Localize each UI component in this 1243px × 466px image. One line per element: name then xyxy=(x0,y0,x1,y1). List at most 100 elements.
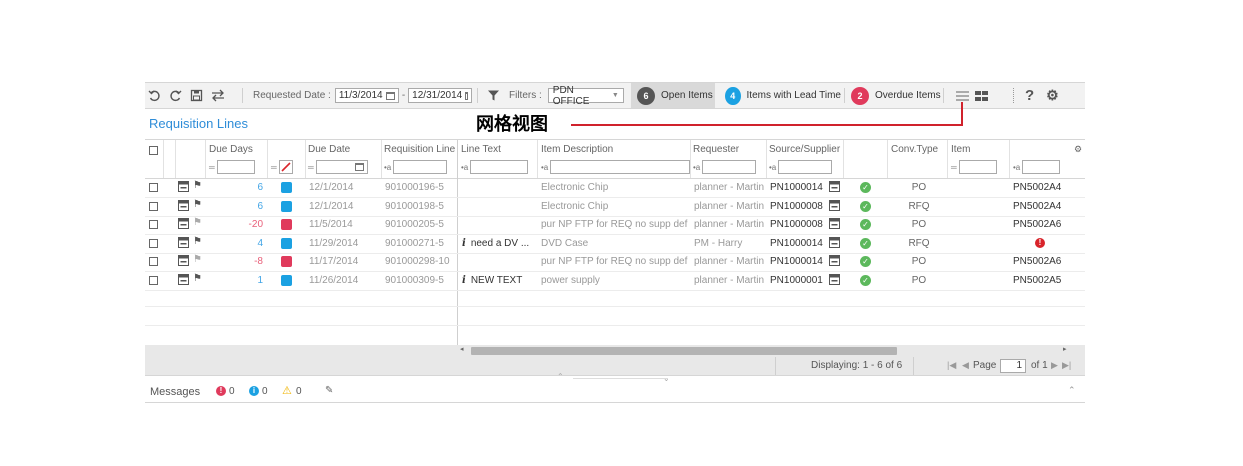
column-requisition-line[interactable]: Requisition Line xyxy=(384,144,455,155)
supplier-lookup-icon[interactable] xyxy=(829,199,840,214)
source-supplier-cell[interactable]: PN1000001 xyxy=(770,275,823,286)
date-from-field[interactable]: 11/3/2014 xyxy=(334,88,399,103)
source-supplier-cell[interactable]: PN1000014 xyxy=(770,182,823,193)
operator-icon[interactable]: ═ xyxy=(951,163,957,172)
prev-page-icon[interactable]: ◀ xyxy=(962,360,969,371)
grid-view-icon[interactable] xyxy=(974,88,989,103)
operator-icon[interactable]: ═ xyxy=(308,163,314,172)
requisition-line-cell[interactable]: 901000309-5 xyxy=(385,275,444,286)
chevron-up-icon[interactable]: ⌃ xyxy=(1068,385,1076,396)
item-cell[interactable]: PN5002A4 xyxy=(1013,201,1061,212)
flag-icon[interactable]: ⚑ xyxy=(193,180,202,191)
column-line-text[interactable]: Line Text xyxy=(461,144,501,155)
requisition-line-cell[interactable]: 901000196-5 xyxy=(385,182,444,193)
due-date-filter-input[interactable] xyxy=(315,160,368,174)
source-supplier-cell[interactable]: PN1000014 xyxy=(770,238,823,249)
scroll-right-icon[interactable]: ▸ xyxy=(1063,345,1067,353)
list-view-icon[interactable] xyxy=(955,88,970,103)
line-text-cell[interactable]: i NEW TEXT xyxy=(462,275,522,286)
details-icon[interactable] xyxy=(178,218,189,232)
column-conv-type[interactable]: Conv.Type xyxy=(891,144,938,155)
table-row[interactable]: ⚑ 6 12/1/2014 901000196-5 Electronic Chip pla… xyxy=(145,179,1085,198)
flag-icon[interactable]: ⚑ xyxy=(193,217,202,228)
first-page-icon[interactable]: |◀ xyxy=(947,360,956,371)
scroll-left-icon[interactable]: ◂ xyxy=(460,345,464,353)
details-icon[interactable] xyxy=(178,273,189,288)
filter-icon[interactable] xyxy=(486,88,501,103)
row-checkbox[interactable] xyxy=(149,275,158,285)
item-description-filter-input[interactable] xyxy=(550,160,691,174)
table-row[interactable]: ⚑ -8 11/17/2014 901000298-10 pur NP FTP for … xyxy=(145,253,1085,272)
column-due-date[interactable]: Due Date xyxy=(308,144,350,155)
operator-icon[interactable]: •a xyxy=(541,163,548,172)
info-icon[interactable]: i xyxy=(249,386,259,396)
date-to-field[interactable]: 12/31/2014 xyxy=(408,88,473,103)
flag-icon[interactable]: ⚑ xyxy=(193,236,202,247)
req-line-filter-input[interactable] xyxy=(393,160,448,174)
requisition-line-cell[interactable]: 901000271-5 xyxy=(385,238,444,249)
operator-icon[interactable]: •a xyxy=(769,163,776,172)
operator-icon[interactable]: •a xyxy=(384,163,391,172)
tab-items-with-lead-time[interactable]: 4 Items with Lead Time xyxy=(719,83,841,108)
item-filter-2-input[interactable] xyxy=(1022,160,1061,174)
source-supplier-cell[interactable]: PN1000008 xyxy=(770,201,823,212)
calendar-icon[interactable] xyxy=(354,163,364,171)
row-checkbox[interactable] xyxy=(149,201,158,211)
operator-icon[interactable]: ═ xyxy=(271,163,277,172)
line-text-filter-input[interactable] xyxy=(470,160,529,174)
splitter[interactable] xyxy=(573,378,668,379)
supplier-lookup-icon[interactable] xyxy=(829,181,840,195)
error-icon[interactable]: ! xyxy=(216,386,226,396)
row-checkbox[interactable] xyxy=(149,220,158,229)
table-row[interactable]: ⚑ 6 12/1/2014 901000198-5 Electronic Chip pla… xyxy=(145,198,1085,217)
flag-icon[interactable]: ⚑ xyxy=(193,273,202,284)
details-icon[interactable] xyxy=(178,181,189,195)
column-due-days[interactable]: Due Days xyxy=(209,144,253,155)
next-page-icon[interactable]: ▶ xyxy=(1051,360,1058,371)
transfer-icon[interactable] xyxy=(210,88,225,103)
page-number-input[interactable]: 1 xyxy=(1000,359,1026,373)
filter-select[interactable]: PDN OFFICE ▼ xyxy=(547,85,624,107)
table-row[interactable]: ⚑ 4 11/29/2014 901000271-5 i need a DV ... DVD… xyxy=(145,235,1085,254)
source-supplier-cell[interactable]: PN1000014 xyxy=(770,256,823,267)
column-item-description[interactable]: Item Description xyxy=(541,144,613,155)
warning-icon[interactable]: ⚠ xyxy=(282,384,292,397)
details-icon[interactable] xyxy=(178,199,189,214)
column-item[interactable]: Item xyxy=(951,144,970,155)
refresh-icon[interactable] xyxy=(168,88,183,103)
requisition-line-cell[interactable]: 901000205-5 xyxy=(385,219,444,230)
requisition-line-cell[interactable]: 901000298-10 xyxy=(385,256,450,267)
error-icon[interactable]: ! xyxy=(1035,237,1045,248)
column-settings-icon[interactable]: ⚙ xyxy=(1074,144,1082,155)
details-icon[interactable] xyxy=(178,255,189,269)
item-filter-input[interactable] xyxy=(958,160,997,174)
column-requester[interactable]: Requester xyxy=(693,144,739,155)
details-icon[interactable] xyxy=(178,236,189,251)
supplier-lookup-icon[interactable] xyxy=(829,218,840,232)
clear-color-filter-icon[interactable] xyxy=(278,160,293,174)
item-cell[interactable]: PN5002A6 xyxy=(1013,219,1061,230)
supplier-lookup-icon[interactable] xyxy=(829,255,840,269)
requester-filter-input[interactable] xyxy=(702,160,757,174)
select-all-checkbox[interactable] xyxy=(149,146,158,155)
source-supplier-cell[interactable]: PN1000008 xyxy=(770,219,823,230)
operator-icon[interactable]: •a xyxy=(693,163,700,172)
save-icon[interactable] xyxy=(189,88,204,103)
flag-icon[interactable]: ⚑ xyxy=(193,199,202,210)
supplier-lookup-icon[interactable] xyxy=(829,273,840,288)
operator-icon[interactable]: •a xyxy=(461,163,468,172)
row-checkbox[interactable] xyxy=(149,238,158,248)
operator-icon[interactable]: •a xyxy=(1013,163,1020,172)
item-cell[interactable]: PN5002A6 xyxy=(1013,256,1061,267)
calendar-icon[interactable] xyxy=(465,91,469,100)
tab-overdue-items[interactable]: 2 Overdue Items xyxy=(845,83,941,108)
line-text-cell[interactable]: i need a DV ... xyxy=(462,238,529,249)
flag-icon[interactable]: ⚑ xyxy=(193,254,202,265)
row-checkbox[interactable] xyxy=(149,257,158,266)
due-days-filter-input[interactable] xyxy=(216,160,255,174)
column-source-supplier[interactable]: Source/Supplier xyxy=(769,144,840,155)
scrollbar-thumb[interactable] xyxy=(471,347,897,355)
row-checkbox[interactable] xyxy=(149,183,158,192)
source-filter-input[interactable] xyxy=(778,160,833,174)
last-page-icon[interactable]: ▶| xyxy=(1062,360,1071,371)
